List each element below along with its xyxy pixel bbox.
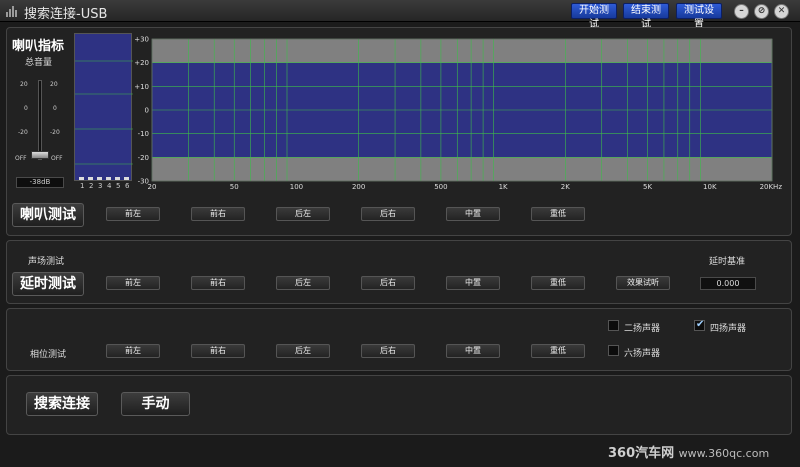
four-speaker-label: 四扬声器 bbox=[710, 324, 747, 334]
title-bar: 搜索连接-USB 开始测试 结束测试 测试设置 – ⊘ ✕ bbox=[0, 0, 800, 30]
slider-tick: 0 bbox=[24, 105, 28, 112]
slider-tick: OFF bbox=[15, 155, 27, 162]
watermark-brand: 360汽车网 bbox=[608, 446, 675, 461]
effect-preview-button[interactable]: 效果试听 bbox=[616, 276, 670, 290]
frequency-response-svg: +30+20+100-10-20-3020 50 100 200 500 1K 2K 5K 10… bbox=[134, 36, 783, 192]
upper-band bbox=[152, 39, 772, 63]
speaker-test-button[interactable]: 喇叭测试 bbox=[12, 203, 84, 227]
slider-tick: 20 bbox=[50, 81, 58, 88]
channel-level-plot bbox=[74, 33, 133, 181]
sound-field-label: 声场测试 bbox=[28, 257, 65, 267]
delay-center-button[interactable]: 中置 bbox=[446, 276, 500, 290]
y-tick-label: +30 bbox=[134, 36, 149, 44]
slider-tick: 0 bbox=[53, 105, 57, 112]
x-tick-label: 20KHz bbox=[760, 183, 783, 191]
watermark-url: www.360qc.com bbox=[678, 447, 770, 460]
test-settings-button[interactable]: 测试设置 bbox=[676, 3, 722, 30]
delay-subwoofer-button[interactable]: 重低 bbox=[531, 276, 585, 290]
channel-number: 2 bbox=[89, 182, 94, 190]
master-volume-track[interactable] bbox=[38, 80, 42, 160]
search-connection-button[interactable]: 搜索连接 bbox=[26, 392, 98, 416]
speaker-center-button[interactable]: 中置 bbox=[446, 207, 500, 221]
checkmark-icon: ✔ bbox=[696, 319, 705, 330]
volume-db-readout: -38dB bbox=[16, 177, 64, 188]
y-tick-label: -20 bbox=[138, 154, 149, 162]
master-volume-label: 总音量 bbox=[25, 58, 53, 68]
channel-number: 4 bbox=[107, 182, 112, 190]
start-test-button[interactable]: 开始测试 bbox=[571, 3, 617, 30]
y-tick-label: -10 bbox=[138, 130, 149, 138]
x-tick-label: 5K bbox=[643, 183, 652, 191]
channel-number: 1 bbox=[80, 182, 85, 190]
four-speaker-checkbox[interactable]: ✔ bbox=[694, 319, 705, 331]
speaker-front-right-button[interactable]: 前右 bbox=[191, 207, 245, 221]
x-tick-label: 1K bbox=[499, 183, 508, 191]
delay-test-button[interactable]: 延时测试 bbox=[12, 272, 84, 296]
slider-tick: -20 bbox=[50, 129, 60, 136]
x-tick-label: 100 bbox=[290, 183, 303, 191]
close-icon[interactable]: ✕ bbox=[774, 4, 789, 19]
master-volume-slider[interactable] bbox=[31, 151, 49, 159]
slider-tick: -20 bbox=[18, 129, 28, 136]
x-tick-label: 50 bbox=[230, 183, 239, 191]
frequency-response-chart: +30 +20 +10 0 -10 -20 -30 20 50 100 200 500 1K 2K 5K 10… bbox=[134, 33, 786, 192]
six-speaker-checkbox[interactable] bbox=[608, 345, 619, 356]
delay-test-panel bbox=[6, 240, 792, 304]
delay-rear-right-button[interactable]: 后右 bbox=[361, 276, 415, 290]
y-tick-label: +10 bbox=[134, 83, 149, 91]
channel-number: 3 bbox=[98, 182, 103, 190]
speaker-rear-left-button[interactable]: 后左 bbox=[276, 207, 330, 221]
delay-front-right-button[interactable]: 前右 bbox=[191, 276, 245, 290]
minimize-icon[interactable]: – bbox=[734, 4, 749, 19]
phase-rear-left-button[interactable]: 后左 bbox=[276, 344, 330, 358]
y-tick-label: 0 bbox=[145, 107, 149, 115]
delay-base-value[interactable]: 0.000 bbox=[700, 277, 756, 290]
phase-front-left-button[interactable]: 前左 bbox=[106, 344, 160, 358]
lower-band bbox=[152, 157, 772, 181]
speaker-subwoofer-button[interactable]: 重低 bbox=[531, 207, 585, 221]
manual-button[interactable]: 手动 bbox=[121, 392, 190, 416]
x-tick-label: 10K bbox=[703, 183, 717, 191]
phase-subwoofer-button[interactable]: 重低 bbox=[531, 344, 585, 358]
channel-number: 5 bbox=[116, 182, 121, 190]
speaker-index-title: 喇叭指标 bbox=[12, 39, 65, 54]
x-tick-label: 2K bbox=[561, 183, 570, 191]
slider-tick: OFF bbox=[51, 155, 63, 162]
two-speaker-checkbox[interactable] bbox=[608, 320, 619, 331]
window-title: 搜索连接-USB bbox=[24, 7, 108, 22]
phase-test-label: 相位测试 bbox=[30, 350, 67, 360]
delay-rear-left-button[interactable]: 后左 bbox=[276, 276, 330, 290]
six-speaker-label: 六扬声器 bbox=[624, 349, 661, 359]
app-logo-icon bbox=[6, 5, 20, 17]
x-tick-label: 200 bbox=[352, 183, 365, 191]
y-tick-label: +20 bbox=[134, 59, 149, 67]
speaker-rear-right-button[interactable]: 后右 bbox=[361, 207, 415, 221]
phase-rear-right-button[interactable]: 后右 bbox=[361, 344, 415, 358]
x-tick-label: 500 bbox=[434, 183, 447, 191]
phase-front-right-button[interactable]: 前右 bbox=[191, 344, 245, 358]
phase-center-button[interactable]: 中置 bbox=[446, 344, 500, 358]
slider-tick: 20 bbox=[20, 81, 28, 88]
phase-test-panel bbox=[6, 308, 792, 371]
delay-front-left-button[interactable]: 前左 bbox=[106, 276, 160, 290]
delay-base-label: 延时基准 bbox=[709, 257, 746, 267]
two-speaker-label: 二扬声器 bbox=[624, 324, 661, 334]
channel-number: 6 bbox=[125, 182, 130, 190]
watermark: 360汽车网 www.360qc.com bbox=[608, 442, 769, 461]
speaker-front-left-button[interactable]: 前左 bbox=[106, 207, 160, 221]
x-tick-label: 20 bbox=[148, 183, 157, 191]
restore-icon[interactable]: ⊘ bbox=[754, 4, 769, 19]
stop-test-button[interactable]: 结束测试 bbox=[623, 3, 669, 30]
